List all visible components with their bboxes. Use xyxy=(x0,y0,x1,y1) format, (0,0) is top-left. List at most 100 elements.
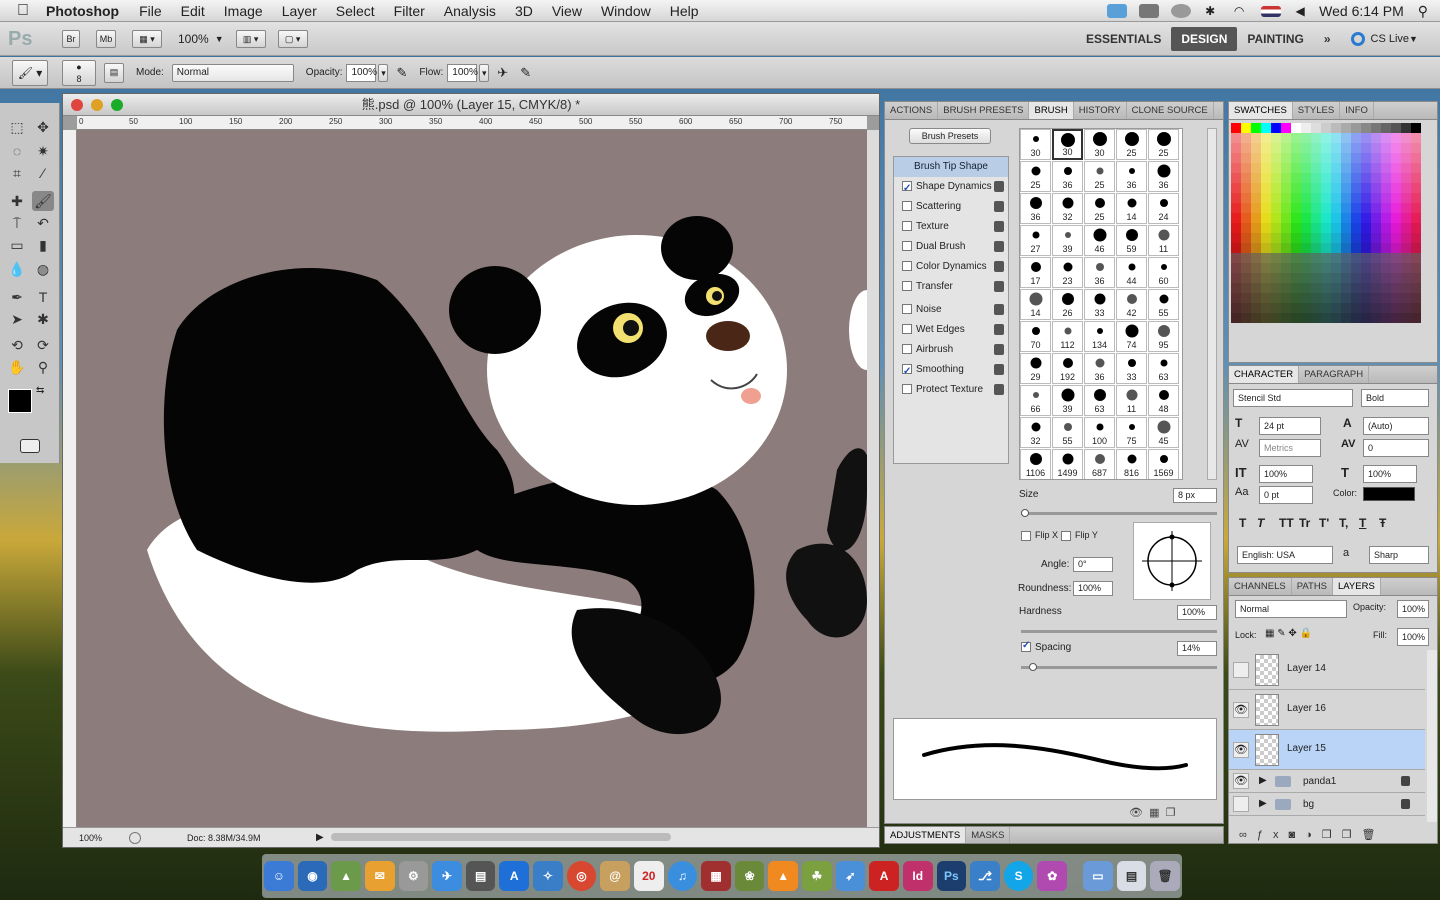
lasso-tool-icon[interactable]: ◌ xyxy=(6,141,28,161)
brush-panel-footer-icons[interactable]: 👁 ▦ ❐ xyxy=(1129,806,1175,819)
color-swatch[interactable] xyxy=(1401,123,1411,133)
color-swatch[interactable] xyxy=(1311,273,1321,283)
color-swatch[interactable] xyxy=(1241,283,1251,293)
color-swatch[interactable] xyxy=(1381,243,1391,253)
color-swatch[interactable] xyxy=(1391,203,1401,213)
brush-option-checkbox[interactable] xyxy=(902,281,912,292)
brush-tip[interactable]: 112 xyxy=(1052,321,1083,352)
color-swatch[interactable] xyxy=(1381,163,1391,173)
path-selection-icon[interactable]: ➤ xyxy=(6,309,28,329)
app-icon[interactable]: ▲ xyxy=(331,861,361,891)
time-machine-icon[interactable] xyxy=(1171,4,1192,18)
color-swatch[interactable] xyxy=(1341,183,1351,193)
color-swatch[interactable] xyxy=(1341,263,1351,273)
color-swatch[interactable] xyxy=(1361,153,1371,163)
color-swatch[interactable] xyxy=(1331,273,1341,283)
brush-angle-preview[interactable] xyxy=(1133,522,1211,600)
color-swatch[interactable] xyxy=(1241,123,1251,133)
flow-dropdown-icon[interactable]: ▾ xyxy=(479,63,490,82)
color-swatch[interactable] xyxy=(1311,143,1321,153)
color-swatch[interactable] xyxy=(1381,223,1391,233)
color-swatch[interactable] xyxy=(1381,263,1391,273)
color-swatch[interactable] xyxy=(1291,223,1301,233)
color-swatch[interactable] xyxy=(1331,213,1341,223)
brush-tip[interactable]: 42 xyxy=(1116,289,1147,320)
color-swatch[interactable] xyxy=(1321,163,1331,173)
swatch-grid[interactable] xyxy=(1230,122,1424,342)
color-swatch[interactable] xyxy=(1231,313,1241,323)
color-swatch[interactable] xyxy=(1281,173,1291,183)
color-swatch[interactable] xyxy=(1281,293,1291,303)
brush-tip[interactable]: 36 xyxy=(1084,353,1115,384)
color-swatch[interactable] xyxy=(1321,313,1331,323)
menu-edit[interactable]: Edit xyxy=(181,3,205,19)
color-swatch[interactable] xyxy=(1391,263,1401,273)
brush-tip[interactable]: 30 xyxy=(1052,129,1083,160)
brush-tip[interactable]: 46 xyxy=(1084,225,1115,256)
color-swatch[interactable] xyxy=(1381,233,1391,243)
color-swatch[interactable] xyxy=(1331,253,1341,263)
menu-filter[interactable]: Filter xyxy=(394,3,425,19)
documents-icon[interactable]: ▤ xyxy=(1116,861,1147,891)
color-swatch[interactable] xyxy=(1341,253,1351,263)
color-swatch[interactable] xyxy=(1291,303,1301,313)
color-swatch[interactable] xyxy=(1401,303,1411,313)
brush-option-checkbox[interactable] xyxy=(902,344,912,355)
brush-option-airbrush[interactable]: Airbrush xyxy=(894,340,1008,360)
color-swatch[interactable] xyxy=(1381,133,1391,143)
color-swatch[interactable] xyxy=(1331,283,1341,293)
color-swatch[interactable] xyxy=(1261,303,1271,313)
color-swatch[interactable] xyxy=(1391,213,1401,223)
color-swatch[interactable] xyxy=(1261,313,1271,323)
spacing-slider[interactable] xyxy=(1021,663,1217,671)
color-swatch[interactable] xyxy=(1261,263,1271,273)
visibility-eye-icon[interactable] xyxy=(1233,662,1249,678)
quick-mask-button[interactable] xyxy=(20,439,40,453)
color-swatch[interactable] xyxy=(1321,183,1331,193)
arrange-documents-button[interactable]: ▥ ▾ xyxy=(235,29,266,48)
tab-character[interactable]: CHARACTER xyxy=(1229,366,1300,383)
color-swatch[interactable] xyxy=(1311,173,1321,183)
brush-tip[interactable]: 39 xyxy=(1052,385,1083,416)
font-style-select[interactable]: Bold xyxy=(1361,389,1429,407)
bluetooth-icon[interactable]: ✱ xyxy=(1203,4,1217,18)
evernote-icon[interactable] xyxy=(1139,4,1160,18)
text-color-swatch[interactable] xyxy=(1363,487,1415,501)
color-swatch[interactable] xyxy=(1231,153,1241,163)
spacing-slider-thumb[interactable] xyxy=(1029,663,1037,671)
brush-option-checkbox[interactable] xyxy=(902,362,912,382)
color-swatch[interactable] xyxy=(1371,213,1381,223)
clone-stamp-icon[interactable]: ⍑ xyxy=(6,213,28,233)
brush-tip[interactable]: 36 xyxy=(1084,257,1115,288)
app-icon[interactable]: ✿ xyxy=(1037,861,1068,891)
brush-tip-grid[interactable]: 30 30 30 25 25 25 36 25 36 36 36 32 25 14 24 27 39 46 59 11… xyxy=(1019,128,1183,480)
brush-option-checkbox[interactable] xyxy=(902,179,912,199)
layers-scrollbar[interactable] xyxy=(1427,650,1437,822)
color-swatch[interactable] xyxy=(1351,193,1361,203)
all-caps-button[interactable]: TT xyxy=(1279,516,1299,530)
menu-file[interactable]: File xyxy=(139,3,162,19)
color-swatch[interactable] xyxy=(1281,223,1291,233)
color-swatch[interactable] xyxy=(1401,293,1411,303)
brush-tip[interactable]: 816 xyxy=(1116,449,1147,479)
acrobat-icon[interactable]: A xyxy=(869,861,899,891)
brush-option-checkbox[interactable] xyxy=(902,241,912,252)
color-swatch[interactable] xyxy=(1241,193,1251,203)
color-swatch[interactable] xyxy=(1341,173,1351,183)
foreground-color-swatch[interactable] xyxy=(8,389,32,413)
color-swatch[interactable] xyxy=(1391,273,1401,283)
color-swatch[interactable] xyxy=(1381,313,1391,323)
color-swatch[interactable] xyxy=(1341,313,1351,323)
color-swatch[interactable] xyxy=(1381,203,1391,213)
color-swatch[interactable] xyxy=(1241,243,1251,253)
color-swatch[interactable] xyxy=(1341,133,1351,143)
color-swatch[interactable] xyxy=(1351,203,1361,213)
size-slider[interactable] xyxy=(1021,509,1217,517)
brush-tip[interactable]: 1106 xyxy=(1020,449,1051,479)
color-swatch[interactable] xyxy=(1251,183,1261,193)
brush-tip[interactable]: 14 xyxy=(1020,289,1051,320)
size-field[interactable]: 8 px xyxy=(1173,488,1217,503)
spacing-option[interactable]: Spacing xyxy=(1021,640,1071,653)
color-swatch[interactable] xyxy=(1411,143,1421,153)
color-swatch[interactable] xyxy=(1241,313,1251,323)
